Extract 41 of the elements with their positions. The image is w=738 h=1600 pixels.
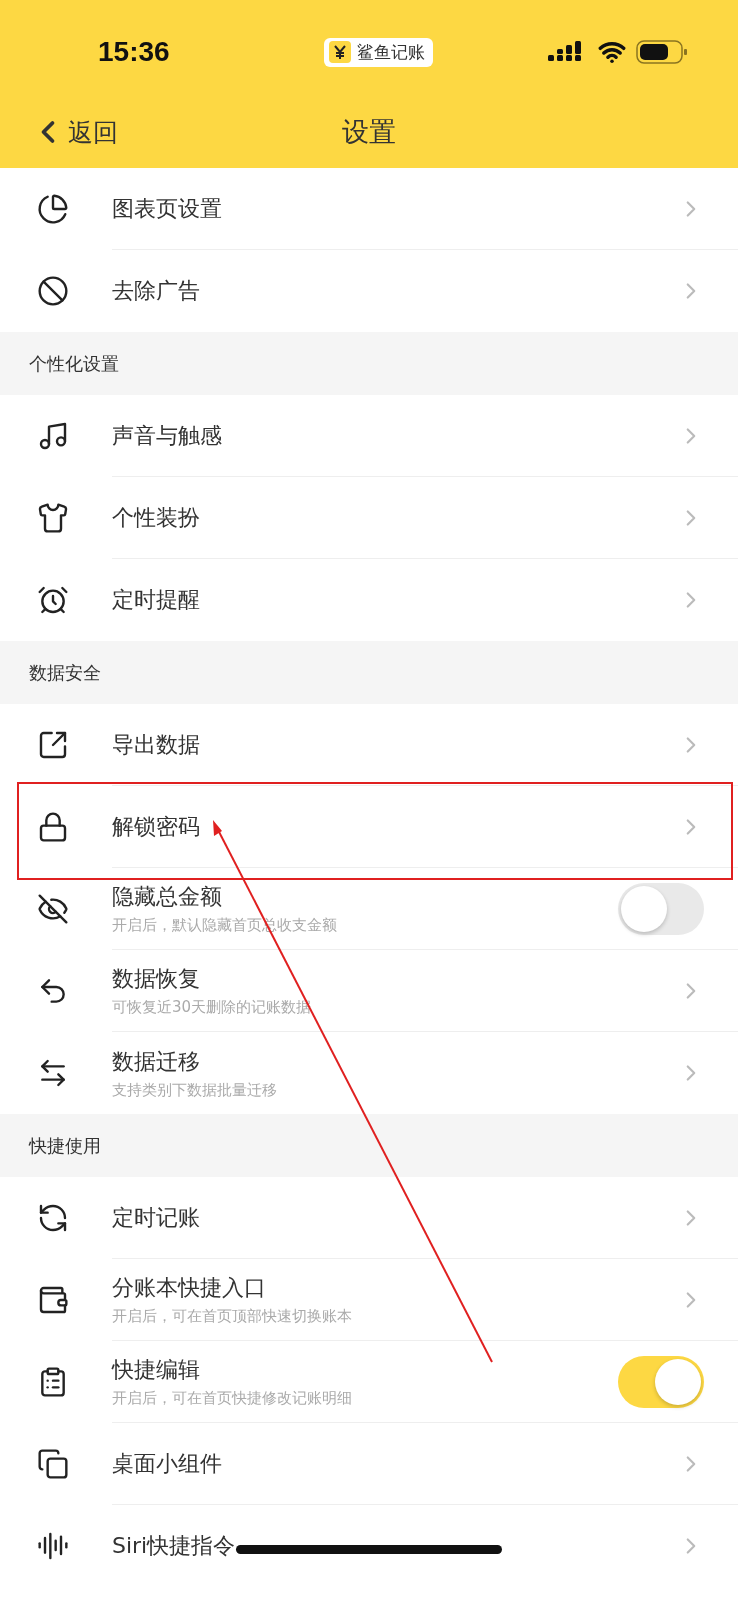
refresh-icon — [37, 1202, 69, 1234]
copy-icon — [37, 1448, 69, 1480]
ban-icon — [37, 275, 69, 307]
export-icon — [37, 729, 69, 761]
setting-title[interactable]: Siri快捷指令 — [112, 1531, 678, 1561]
wallet-icon — [37, 1284, 69, 1316]
pie-chart-icon — [37, 193, 69, 225]
eye-off-icon — [37, 893, 69, 925]
battery-icon — [636, 40, 688, 64]
setting-title[interactable]: 声音与触感 — [112, 420, 678, 451]
section-header: 个性化设置 — [0, 332, 738, 395]
setting-title[interactable]: 定时记账 — [112, 1202, 678, 1233]
app-badge: 鲨鱼记账 — [324, 37, 434, 67]
status-time: 15:36 — [98, 36, 170, 68]
music-note-icon — [37, 420, 69, 452]
audio-wave-icon — [37, 1530, 69, 1562]
setting-title[interactable]: 个性装扮 — [112, 502, 678, 533]
setting-title[interactable]: 隐藏总金额 — [112, 882, 618, 912]
toggle-switch[interactable] — [618, 882, 704, 935]
lock-icon — [37, 811, 69, 843]
setting-title[interactable]: 导出数据 — [112, 729, 678, 760]
setting-description: 开启后，可在首页快捷修改记账明细 — [112, 1389, 353, 1408]
setting-title[interactable]: 解锁密码 — [112, 811, 678, 842]
shirt-icon — [37, 502, 69, 534]
setting-title[interactable]: 数据迁移 — [112, 1046, 678, 1077]
toggle-switch[interactable] — [618, 1355, 704, 1408]
page-title: 设置 — [342, 115, 396, 149]
section-header: 数据安全 — [0, 641, 738, 704]
yen-icon — [329, 41, 352, 63]
setting-title[interactable]: 桌面小组件 — [112, 1448, 678, 1479]
setting-title[interactable]: 快捷编辑 — [112, 1355, 618, 1385]
setting-title[interactable]: 去除广告 — [112, 276, 678, 306]
setting-title[interactable]: 定时提醒 — [112, 585, 678, 615]
setting-description: 开启后，可在首页顶部快速切换账本 — [112, 1307, 353, 1326]
alarm-clock-icon — [37, 584, 69, 616]
setting-description: 支持类别下数据批量迁移 — [112, 1080, 278, 1100]
setting-title[interactable]: 图表页设置 — [112, 193, 678, 224]
back-button[interactable]: 返回 — [30, 114, 118, 150]
setting-title[interactable]: 分账本快捷入口 — [112, 1273, 678, 1303]
setting-title[interactable]: 数据恢复 — [112, 964, 678, 994]
section-header: 快捷使用 — [0, 1114, 738, 1177]
